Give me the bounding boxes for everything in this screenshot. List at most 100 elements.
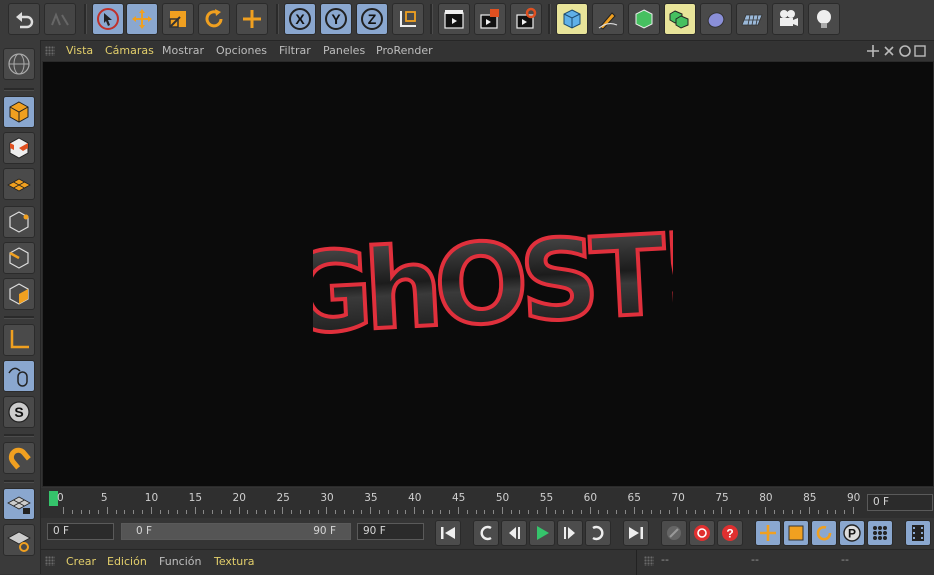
3d-viewport[interactable]: GhOST! bbox=[42, 61, 934, 487]
cube-object-button[interactable] bbox=[556, 3, 588, 35]
timeline-tick-mark bbox=[475, 510, 477, 514]
menu-funcion[interactable]: Función bbox=[159, 555, 201, 568]
planar-workplane-button[interactable] bbox=[3, 524, 35, 556]
menu-paneles[interactable]: Paneles bbox=[323, 44, 365, 57]
render-view-button[interactable] bbox=[438, 3, 470, 35]
viewport-solo-button[interactable] bbox=[3, 48, 35, 80]
transport-bar: 0 F 0 F 90 F 90 F ? P bbox=[41, 518, 934, 548]
render-picture-viewer-button[interactable] bbox=[474, 3, 506, 35]
points-mode-button[interactable] bbox=[3, 206, 35, 238]
timeline-tick-mark bbox=[405, 510, 407, 514]
go-to-end-button[interactable] bbox=[623, 520, 649, 546]
timeline-tick-mark bbox=[449, 510, 451, 514]
timeline-tick-mark bbox=[835, 510, 837, 514]
panel-grip[interactable] bbox=[644, 556, 654, 566]
timeline-tick-mark bbox=[589, 507, 591, 514]
key-p-icon: P bbox=[843, 524, 861, 542]
undo-button[interactable] bbox=[8, 3, 40, 35]
ghost-3d-text: GhOST! bbox=[313, 210, 673, 350]
timeline-tick-mark bbox=[651, 510, 653, 514]
light-object-button[interactable] bbox=[808, 3, 840, 35]
key-position-button[interactable] bbox=[755, 520, 781, 546]
left-tool-palette: S bbox=[0, 40, 41, 574]
timeline-tick-mark bbox=[185, 510, 187, 514]
pen-spline-button[interactable] bbox=[592, 3, 624, 35]
floor-object-button[interactable] bbox=[736, 3, 768, 35]
polygons-mode-button[interactable] bbox=[3, 278, 35, 310]
previous-keyframe-button[interactable] bbox=[473, 520, 499, 546]
timeline-tick-mark bbox=[659, 510, 661, 514]
timeline-end-field[interactable]: 0 F bbox=[867, 494, 933, 511]
prev-frame-icon bbox=[509, 527, 520, 539]
svg-text:Y: Y bbox=[331, 11, 341, 27]
magnet-tool-button[interactable] bbox=[3, 442, 35, 474]
transform-tool-button[interactable] bbox=[236, 3, 268, 35]
model-mode-button[interactable] bbox=[3, 96, 35, 128]
render-settings-button[interactable] bbox=[510, 3, 542, 35]
move-tool-button[interactable] bbox=[126, 3, 158, 35]
skip-end-icon bbox=[629, 527, 643, 539]
live-selection-button[interactable] bbox=[92, 3, 124, 35]
keyframe-selection-button[interactable]: ? bbox=[717, 520, 743, 546]
panel-grip[interactable] bbox=[45, 46, 55, 56]
menu-crear[interactable]: Crear bbox=[66, 555, 96, 568]
subdivision-surface-button[interactable] bbox=[628, 3, 660, 35]
z-axis-lock-button[interactable]: Z bbox=[356, 3, 388, 35]
deformer-button[interactable] bbox=[700, 3, 732, 35]
current-frame-field[interactable]: 0 F bbox=[47, 523, 114, 540]
x-axis-lock-button[interactable]: X bbox=[284, 3, 316, 35]
workplane-lock-button[interactable] bbox=[3, 488, 35, 520]
globe-wire-icon bbox=[8, 53, 30, 75]
y-axis-lock-button[interactable]: Y bbox=[320, 3, 352, 35]
menu-prorender[interactable]: ProRender bbox=[376, 44, 433, 57]
menu-mostrar[interactable]: Mostrar bbox=[162, 44, 204, 57]
next-keyframe-button[interactable] bbox=[585, 520, 611, 546]
menu-vista[interactable]: Vista bbox=[66, 44, 93, 57]
timeline-tick-mark bbox=[264, 510, 266, 514]
panel-grip[interactable] bbox=[45, 556, 55, 566]
viewport-nav-icons[interactable] bbox=[867, 44, 929, 58]
axis-mode-button[interactable] bbox=[3, 324, 35, 356]
snap-s-icon: S bbox=[8, 401, 30, 423]
menu-opciones[interactable]: Opciones bbox=[216, 44, 267, 57]
menu-filtrar[interactable]: Filtrar bbox=[279, 44, 311, 57]
scale-tool-button[interactable] bbox=[162, 3, 194, 35]
rotate-tool-button[interactable] bbox=[198, 3, 230, 35]
go-to-start-button[interactable] bbox=[435, 520, 461, 546]
key-pla-button[interactable] bbox=[867, 520, 893, 546]
previous-frame-button[interactable] bbox=[501, 520, 527, 546]
axis-corner-icon bbox=[10, 330, 29, 349]
record-keys-button[interactable] bbox=[661, 520, 687, 546]
timeline-tick-mark bbox=[370, 507, 372, 514]
coordinate-system-button[interactable] bbox=[392, 3, 424, 35]
timeline-window-button[interactable] bbox=[905, 520, 931, 546]
bend-deformer-icon bbox=[707, 12, 725, 28]
array-generator-button[interactable] bbox=[664, 3, 696, 35]
redo-button[interactable] bbox=[44, 3, 76, 35]
key-parameter-button[interactable]: P bbox=[839, 520, 865, 546]
texture-mode-button[interactable] bbox=[3, 132, 35, 164]
timeline-ruler[interactable]: 0 5 10 15 20 25 30 35 40 45 50 55 60 65 70 75 80 85 90 0 F bbox=[41, 488, 934, 518]
range-start-label: 0 F bbox=[136, 525, 153, 537]
menu-edicion[interactable]: Edición bbox=[107, 555, 147, 568]
menu-camaras[interactable]: Cámaras bbox=[105, 44, 154, 57]
max-frame-field[interactable]: 90 F bbox=[357, 523, 424, 540]
timeline-tick-mark bbox=[686, 510, 688, 514]
camera-object-button[interactable] bbox=[772, 3, 804, 35]
autokey-button[interactable] bbox=[689, 520, 715, 546]
workplane-mode-button[interactable] bbox=[3, 168, 35, 200]
menu-textura[interactable]: Textura bbox=[214, 555, 254, 568]
play-forward-button[interactable] bbox=[529, 520, 555, 546]
timeline-tick-mark bbox=[343, 510, 345, 514]
edges-mode-button[interactable] bbox=[3, 242, 35, 274]
timeline-tick-mark bbox=[194, 507, 196, 514]
points-cube-icon bbox=[9, 211, 29, 233]
snapping-button[interactable]: S bbox=[3, 396, 35, 428]
next-frame-button[interactable] bbox=[557, 520, 583, 546]
tweak-mode-button[interactable] bbox=[3, 360, 35, 392]
timeline-tick-mark bbox=[844, 510, 846, 514]
frame-range-slider[interactable]: 0 F 90 F bbox=[121, 523, 351, 540]
key-scale-button[interactable] bbox=[783, 520, 809, 546]
next-key-icon bbox=[592, 525, 604, 541]
key-rotation-button[interactable] bbox=[811, 520, 837, 546]
